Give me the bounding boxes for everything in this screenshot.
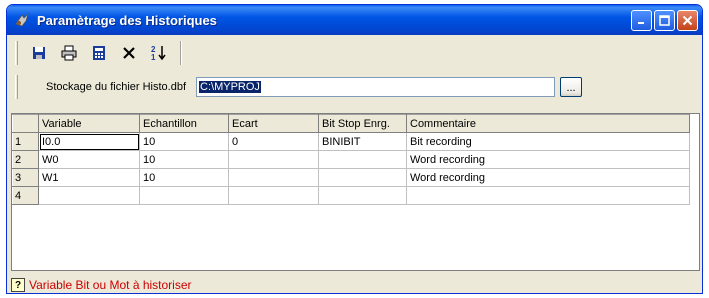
commentaire-cell[interactable]: Word recording: [406, 150, 690, 169]
ecart-cell[interactable]: [228, 186, 319, 205]
variable-cell[interactable]: I0.0: [38, 132, 140, 151]
echantillon-cell[interactable]: 10: [139, 150, 229, 169]
browse-button[interactable]: ...: [560, 77, 583, 97]
svg-text:1: 1: [151, 53, 156, 62]
storage-path-value: C:\MYPROJ: [199, 81, 261, 93]
title-bar[interactable]: Paramètrage des Historiques: [7, 5, 702, 35]
column-header-echantillon[interactable]: Echantillon: [139, 114, 229, 133]
close-button[interactable]: [677, 9, 698, 31]
variable-cell[interactable]: W0: [38, 150, 140, 169]
history-settings-window: Paramètrage des Historiques 2 1 Stockage…: [6, 4, 703, 294]
ecart-cell[interactable]: [228, 168, 319, 187]
table-row: 2 W0 10 Word recording: [12, 150, 690, 169]
variable-cell[interactable]: [38, 186, 140, 205]
sort-icon: 2 1: [151, 45, 166, 62]
commentaire-cell[interactable]: Bit recording: [406, 132, 690, 151]
window-title: Paramètrage des Historiques: [37, 12, 217, 28]
bit-stop-cell[interactable]: [318, 168, 407, 187]
variable-cell[interactable]: W1: [38, 168, 140, 187]
status-bar: ? Variable Bit ou Mot à historiser: [11, 277, 192, 293]
save-icon: [33, 47, 45, 59]
calculator-icon: [93, 46, 105, 60]
echantillon-cell[interactable]: [139, 186, 229, 205]
column-header-ecart[interactable]: Ecart: [228, 114, 319, 133]
row-number[interactable]: 3: [12, 168, 39, 187]
bit-stop-cell[interactable]: BINIBIT: [318, 132, 407, 151]
toolbar-separator: [180, 41, 182, 65]
storage-path-input[interactable]: C:\MYPROJ: [196, 77, 556, 97]
row-number[interactable]: 4: [12, 186, 39, 205]
row-number[interactable]: 1: [12, 132, 39, 151]
print-icon: [61, 45, 77, 61]
sort-button[interactable]: 2 1: [146, 41, 172, 65]
toolbar-grip[interactable]: [15, 41, 18, 65]
delete-icon: [123, 47, 135, 59]
table-row: 1 I0.0 10 0 BINIBIT Bit recording: [12, 132, 690, 151]
column-header-commentaire[interactable]: Commentaire: [406, 114, 690, 133]
commentaire-cell[interactable]: [406, 186, 690, 205]
echantillon-cell[interactable]: 10: [139, 132, 229, 151]
row-number[interactable]: 2: [12, 150, 39, 169]
commentaire-cell[interactable]: Word recording: [406, 168, 690, 187]
history-grid[interactable]: Variable Echantillon Ecart Bit Stop Enrg…: [11, 113, 700, 271]
status-text: Variable Bit ou Mot à historiser: [29, 278, 192, 292]
calculator-button[interactable]: [86, 41, 112, 65]
table-row: 4: [12, 186, 690, 205]
toolbar: 2 1: [7, 35, 702, 71]
column-header-variable[interactable]: Variable: [38, 114, 140, 133]
path-row-grip: [15, 75, 18, 99]
column-header-bit-stop[interactable]: Bit Stop Enrg.: [318, 114, 407, 133]
storage-path-row: Stockage du fichier Histo.dbf C:\MYPROJ …: [7, 71, 702, 103]
bit-stop-cell[interactable]: [318, 150, 407, 169]
close-icon: [682, 15, 693, 25]
app-icon: [13, 11, 31, 29]
ecart-cell[interactable]: [228, 150, 319, 169]
print-button[interactable]: [56, 41, 82, 65]
delete-button[interactable]: [116, 41, 142, 65]
history-table: Variable Echantillon Ecart Bit Stop Enrg…: [12, 114, 690, 205]
minimize-icon: [638, 21, 644, 24]
bit-stop-cell[interactable]: [318, 186, 407, 205]
help-icon: ?: [11, 278, 25, 292]
ecart-cell[interactable]: 0: [228, 132, 319, 151]
header-row: Variable Echantillon Ecart Bit Stop Enrg…: [12, 114, 690, 133]
maximize-icon: [659, 14, 670, 26]
maximize-button[interactable]: [654, 9, 675, 31]
echantillon-cell[interactable]: 10: [139, 168, 229, 187]
minimize-button[interactable]: [631, 9, 652, 31]
save-button[interactable]: [26, 41, 52, 65]
storage-path-label: Stockage du fichier Histo.dbf: [46, 81, 187, 93]
table-row: 3 W1 10 Word recording: [12, 168, 690, 187]
corner-header[interactable]: [12, 114, 39, 133]
